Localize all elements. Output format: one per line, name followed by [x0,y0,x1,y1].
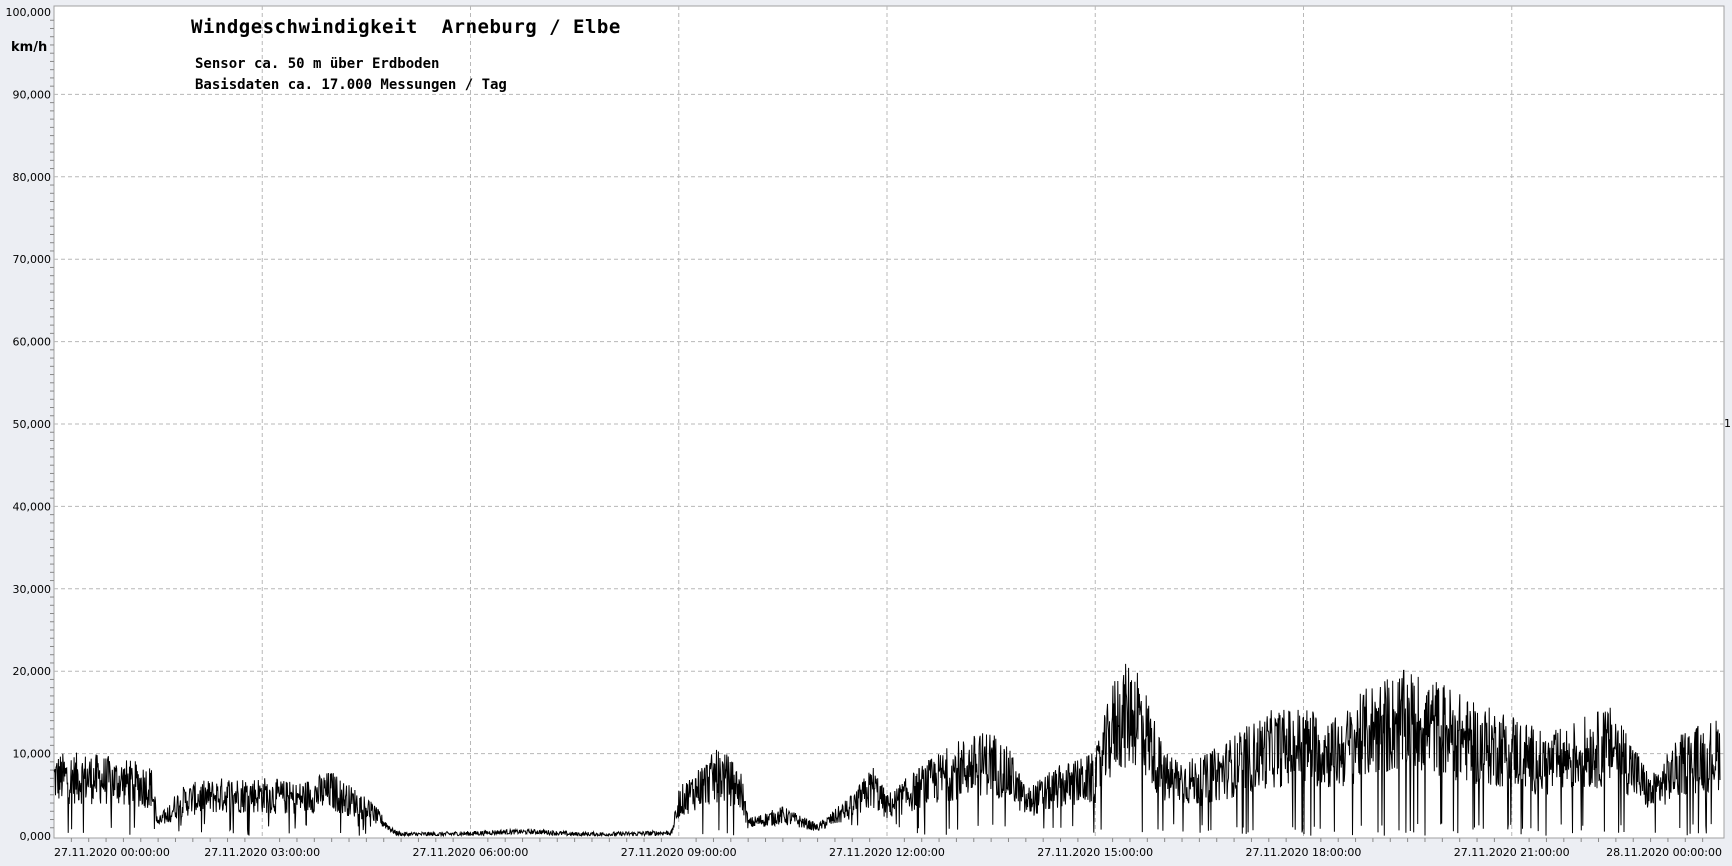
chart-subtitle-basisdaten: Basisdaten ca. 17.000 Messungen / Tag [195,77,507,93]
x-tick-label: 27.11.2020 00:00:00 [54,846,170,859]
y-tick-label: 90,000 [13,88,52,101]
y-tick-label: 80,000 [13,171,52,184]
x-tick-label: 27.11.2020 09:00:00 [621,846,737,859]
x-tick-label: 27.11.2020 18:00:00 [1246,846,1362,859]
chart-frame: 0,000 10,000 20,000 30,000 40,000 50,000 60,00… [0,0,1732,866]
x-tick-label: 27.11.2020 06:00:00 [413,846,529,859]
y-tick-label: 50,000 [13,418,52,431]
y-tick-label: 30,000 [13,583,52,596]
x-axis-ticks: 27.11.2020 00:00:00 27.11.2020 03:00:00 27… [54,846,1722,859]
x-tick-label: 27.11.2020 21:00:00 [1454,846,1570,859]
x-tick-label: 28.11.2020 00:00:00 [1606,846,1722,859]
chart-plot: 0,000 10,000 20,000 30,000 40,000 50,000 60,00… [6,5,1725,859]
y-tick-label: 60,000 [13,336,52,349]
chart-title: Windgeschwindigkeit Arneburg / Elbe [191,16,621,38]
x-tick-label: 27.11.2020 15:00:00 [1037,846,1153,859]
y-axis-ticks: 0,000 10,000 20,000 30,000 40,000 50,000 60,00… [6,6,52,843]
x-tick-label: 27.11.2020 12:00:00 [829,846,945,859]
y-tick-label: 70,000 [13,253,52,266]
y-tick-label: 0,000 [20,830,52,843]
x-tick-label: 27.11.2020 03:00:00 [204,846,320,859]
chart-subtitle-sensor: Sensor ca. 50 m über Erdboden [195,56,440,72]
y-axis-unit-label: km/h [11,40,48,55]
y-tick-label: 40,000 [13,500,52,513]
y-tick-label: 100,000 [6,6,52,19]
right-axis-marker: 1 [1724,417,1731,430]
y-tick-label: 20,000 [13,665,52,678]
y-tick-label: 10,000 [13,748,52,761]
